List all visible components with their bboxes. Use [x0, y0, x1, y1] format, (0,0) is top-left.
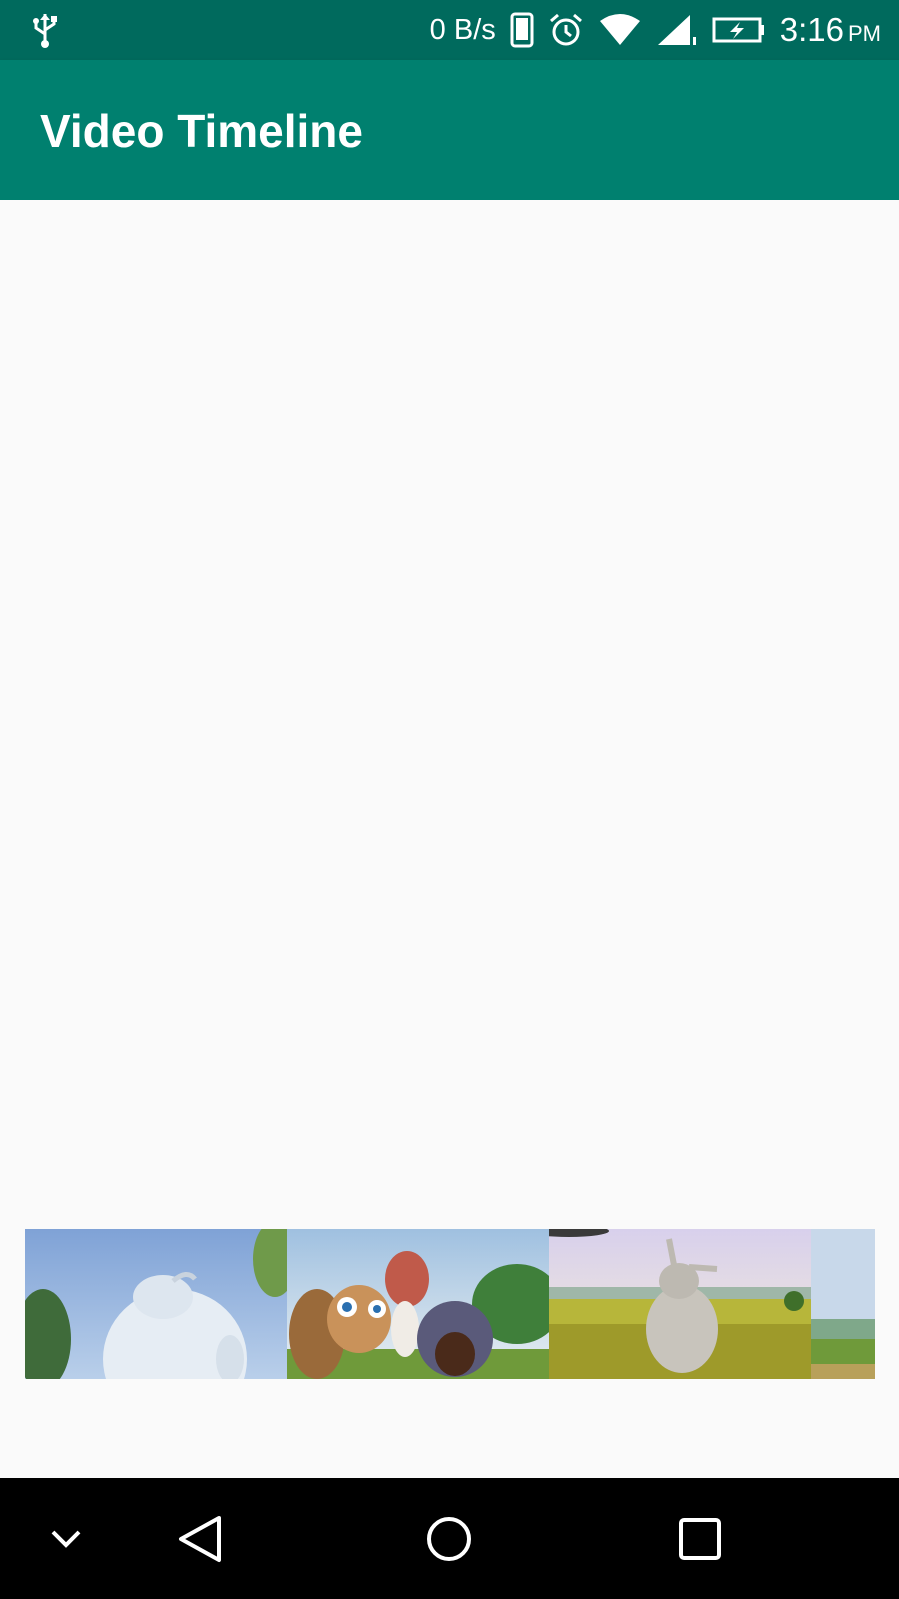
home-button[interactable]	[419, 1508, 479, 1570]
battery-charging-icon	[712, 17, 764, 43]
signal-icon	[657, 15, 696, 45]
usb-icon	[33, 14, 57, 48]
recents-icon	[679, 1518, 721, 1560]
chevron-down-icon	[51, 1530, 81, 1548]
phone-icon	[510, 12, 534, 48]
home-icon	[427, 1517, 471, 1561]
network-speed: 0 B/s	[429, 13, 496, 46]
alarm-icon	[549, 13, 582, 46]
wifi-icon	[599, 14, 640, 45]
video-timeline[interactable]	[25, 1229, 875, 1379]
page-title: Video Timeline	[40, 105, 363, 157]
timeline-frame	[25, 1229, 287, 1379]
clock: 3:16 PM	[779, 11, 881, 48]
timeline-frame	[287, 1229, 549, 1379]
status-bar: 0 B/s 3:16 PM	[0, 0, 899, 60]
navigation-bar	[0, 1478, 899, 1599]
back-icon	[179, 1516, 221, 1562]
back-button[interactable]	[170, 1508, 230, 1570]
hide-keyboard-button[interactable]	[44, 1508, 88, 1570]
recents-button[interactable]	[670, 1508, 730, 1570]
timeline-frame	[811, 1229, 875, 1379]
app-bar: Video Timeline	[0, 60, 899, 200]
timeline-frame	[549, 1229, 811, 1379]
